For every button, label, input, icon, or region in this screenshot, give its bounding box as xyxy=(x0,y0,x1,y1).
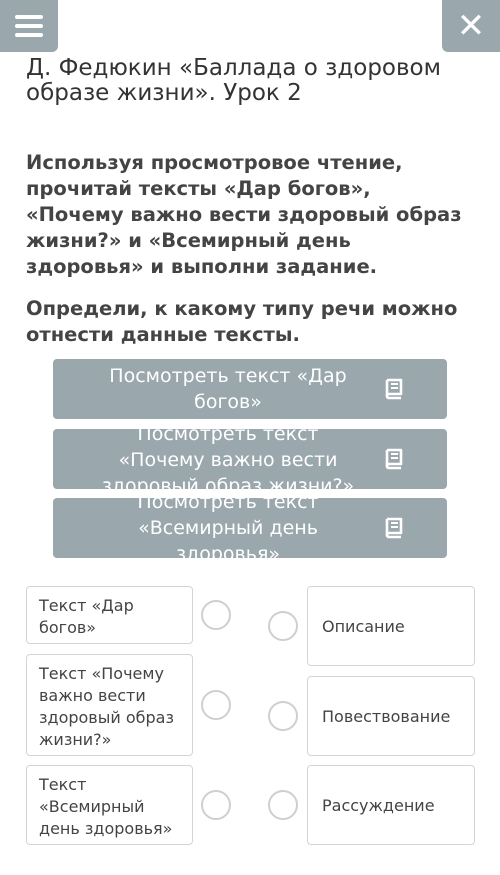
book-icon xyxy=(385,378,403,400)
task-question: Определи, к какому типу речи можно отнес… xyxy=(26,297,458,346)
book-icon xyxy=(385,517,403,539)
match-right-item-1: Описание xyxy=(307,586,475,666)
view-text-label: Посмотреть текст «Почему важно вести здо… xyxy=(101,429,355,489)
book-icon xyxy=(385,448,403,470)
match-right-radio-1[interactable] xyxy=(268,611,298,641)
match-left-label: Текст «Всемирный день здоровья» xyxy=(39,775,173,838)
view-text-label: Посмотреть текст «Всемирный день здоровь… xyxy=(137,498,319,558)
close-button[interactable]: ✕ xyxy=(442,0,500,52)
match-right-label: Повествование xyxy=(322,706,451,726)
match-left-item-3: Текст «Всемирный день здоровья» xyxy=(26,765,193,845)
hamburger-menu-icon xyxy=(15,15,43,37)
match-left-radio-2[interactable] xyxy=(201,690,231,720)
view-text-button-2[interactable]: Посмотреть текст «Почему важно вести здо… xyxy=(53,429,447,489)
page-title: Д. Федюкин «Баллада о здоровом образе жи… xyxy=(26,55,441,106)
match-right-radio-3[interactable] xyxy=(268,790,298,820)
match-right-label: Рассуждение xyxy=(322,795,435,815)
view-text-button-3[interactable]: Посмотреть текст «Всемирный день здоровь… xyxy=(53,498,447,558)
view-text-button-1[interactable]: Посмотреть текст «Дар богов» xyxy=(53,359,447,419)
match-left-label: Текст «Дар богов» xyxy=(39,596,134,637)
match-left-label: Текст «Почему важно вести здоровый образ… xyxy=(39,664,174,749)
menu-button[interactable] xyxy=(0,0,58,52)
match-left-radio-1[interactable] xyxy=(201,600,231,630)
match-right-label: Описание xyxy=(322,616,405,636)
match-left-radio-3[interactable] xyxy=(201,790,231,820)
match-right-item-2: Повествование xyxy=(307,676,475,756)
view-text-label: Посмотреть текст «Дар богов» xyxy=(109,365,347,413)
task-instruction: Используя просмотровое чтение, прочитай … xyxy=(26,151,462,278)
match-right-item-3: Рассуждение xyxy=(307,765,475,845)
match-right-radio-2[interactable] xyxy=(268,701,298,731)
match-left-item-1: Текст «Дар богов» xyxy=(26,586,193,644)
match-left-item-2: Текст «Почему важно вести здоровый образ… xyxy=(26,654,193,756)
close-icon: ✕ xyxy=(456,6,486,46)
